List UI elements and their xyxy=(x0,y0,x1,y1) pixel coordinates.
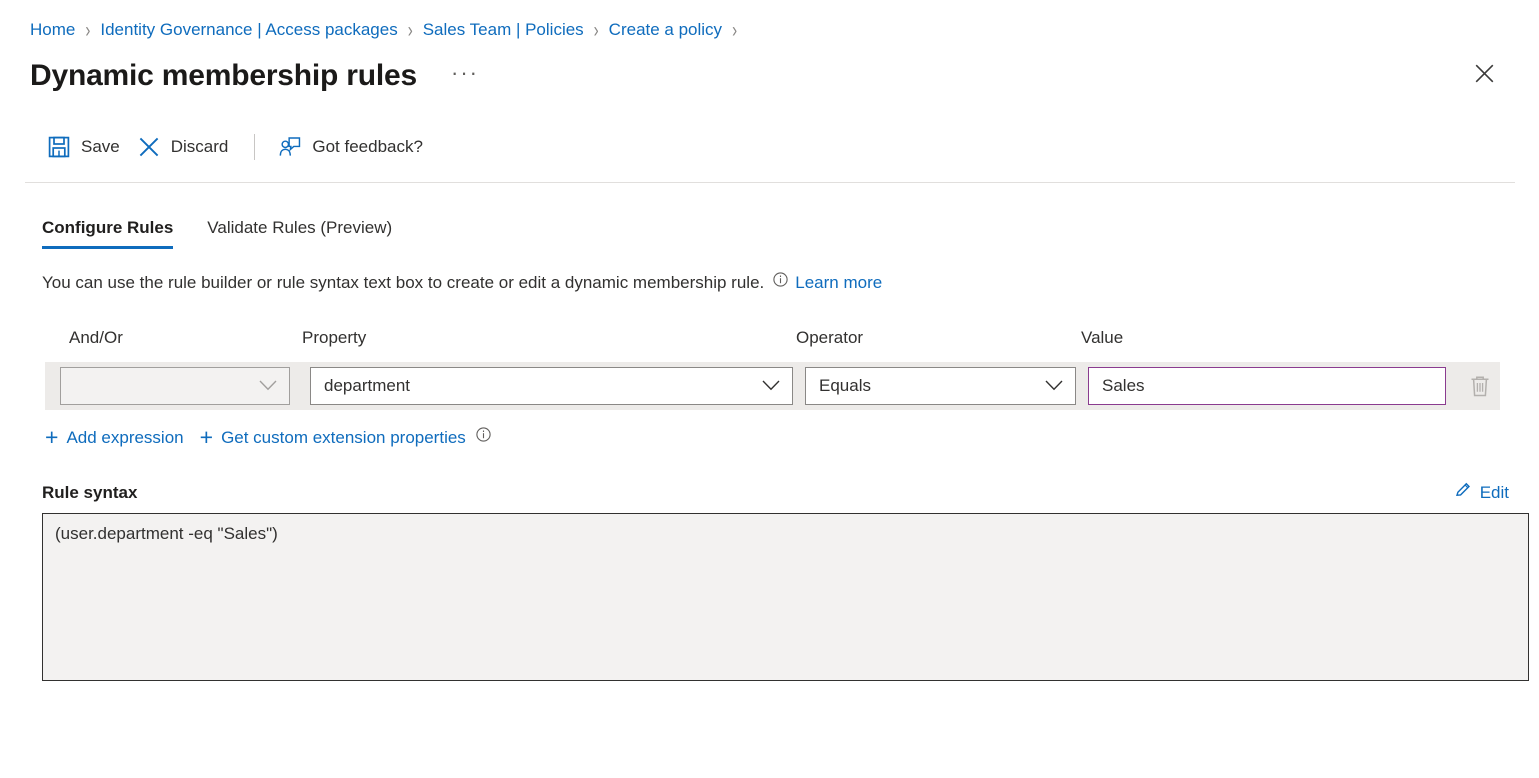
breadcrumb-item-identity-governance[interactable]: Identity Governance | Access packages xyxy=(100,20,397,40)
close-icon xyxy=(1475,64,1494,83)
pencil-icon xyxy=(1454,481,1472,504)
edit-rule-syntax-button[interactable]: Edit xyxy=(1454,481,1509,504)
rule-syntax-textarea[interactable]: (user.department -eq "Sales") xyxy=(42,513,1529,681)
breadcrumb-separator-icon: › xyxy=(594,18,599,42)
tab-configure-rules[interactable]: Configure Rules xyxy=(42,218,173,249)
breadcrumb-item-create-a-policy[interactable]: Create a policy xyxy=(609,20,722,40)
column-header-operator: Operator xyxy=(783,328,1066,348)
breadcrumb-item-home[interactable]: Home xyxy=(30,20,75,40)
breadcrumb: Home › Identity Governance | Access pack… xyxy=(0,0,1539,44)
get-custom-extension-properties-label: Get custom extension properties xyxy=(221,428,466,448)
rule-builder-actions: + Add expression + Get custom extension … xyxy=(0,426,1539,449)
chevron-down-icon xyxy=(1045,376,1063,396)
plus-icon: + xyxy=(200,426,213,449)
save-icon xyxy=(48,136,70,158)
and-or-dropdown[interactable] xyxy=(60,367,290,405)
rule-builder-column-headers: And/Or Property Operator Value xyxy=(0,325,1539,351)
value-input-text: Sales xyxy=(1102,376,1145,396)
command-bar: Save Discard Got feedback? xyxy=(0,122,1539,172)
rule-syntax-header: Rule syntax Edit xyxy=(0,481,1539,504)
operator-dropdown[interactable]: Equals xyxy=(805,367,1076,405)
rule-builder: And/Or Property Operator Value departmen… xyxy=(0,325,1539,449)
trash-icon xyxy=(1469,374,1491,398)
property-dropdown[interactable]: department xyxy=(310,367,793,405)
discard-button[interactable]: Discard xyxy=(132,130,241,164)
learn-more-link[interactable]: Learn more xyxy=(795,273,882,293)
chevron-down-icon xyxy=(259,376,277,396)
tab-configure-rules-label: Configure Rules xyxy=(42,218,173,237)
discard-icon xyxy=(138,136,160,158)
got-feedback-button-label: Got feedback? xyxy=(312,137,423,157)
more-options-icon[interactable]: ··· xyxy=(443,64,487,81)
tab-validate-rules[interactable]: Validate Rules (Preview) xyxy=(207,218,392,249)
save-button[interactable]: Save xyxy=(42,130,132,164)
rule-syntax-label: Rule syntax xyxy=(42,483,137,503)
page-header: Dynamic membership rules ··· xyxy=(0,44,1539,100)
breadcrumb-separator-icon: › xyxy=(732,18,737,42)
tab-list: Configure Rules Validate Rules (Preview) xyxy=(0,205,1539,249)
property-dropdown-value: department xyxy=(324,376,410,396)
column-header-property: Property xyxy=(290,328,783,348)
info-icon[interactable] xyxy=(773,272,788,287)
got-feedback-button[interactable]: Got feedback? xyxy=(273,130,435,164)
chevron-down-icon xyxy=(762,376,780,396)
discard-button-label: Discard xyxy=(171,137,229,157)
save-button-label: Save xyxy=(81,137,120,157)
breadcrumb-item-sales-team-policies[interactable]: Sales Team | Policies xyxy=(423,20,584,40)
breadcrumb-separator-icon: › xyxy=(408,18,413,42)
add-expression-button[interactable]: + Add expression xyxy=(45,426,184,449)
info-icon[interactable] xyxy=(476,427,491,442)
column-header-and-or: And/Or xyxy=(45,328,290,348)
rule-expression-row: department Equals Sales xyxy=(45,362,1500,410)
edit-rule-syntax-label: Edit xyxy=(1480,483,1509,503)
tab-validate-rules-label: Validate Rules (Preview) xyxy=(207,218,392,237)
add-expression-label: Add expression xyxy=(66,428,183,448)
operator-dropdown-value: Equals xyxy=(819,376,871,396)
close-button[interactable] xyxy=(1467,56,1501,90)
get-custom-extension-properties-button[interactable]: + Get custom extension properties xyxy=(200,426,491,449)
delete-expression-button[interactable] xyxy=(1460,367,1500,405)
page-title: Dynamic membership rules xyxy=(30,59,417,92)
value-input[interactable]: Sales xyxy=(1088,367,1446,405)
command-bar-divider xyxy=(254,134,255,160)
description-text: You can use the rule builder or rule syn… xyxy=(0,273,1539,293)
plus-icon: + xyxy=(45,426,58,449)
feedback-person-icon xyxy=(279,136,301,158)
breadcrumb-separator-icon: › xyxy=(85,18,90,42)
description-label: You can use the rule builder or rule syn… xyxy=(42,273,764,293)
toolbar-divider xyxy=(25,182,1515,183)
column-header-value: Value xyxy=(1066,328,1426,348)
